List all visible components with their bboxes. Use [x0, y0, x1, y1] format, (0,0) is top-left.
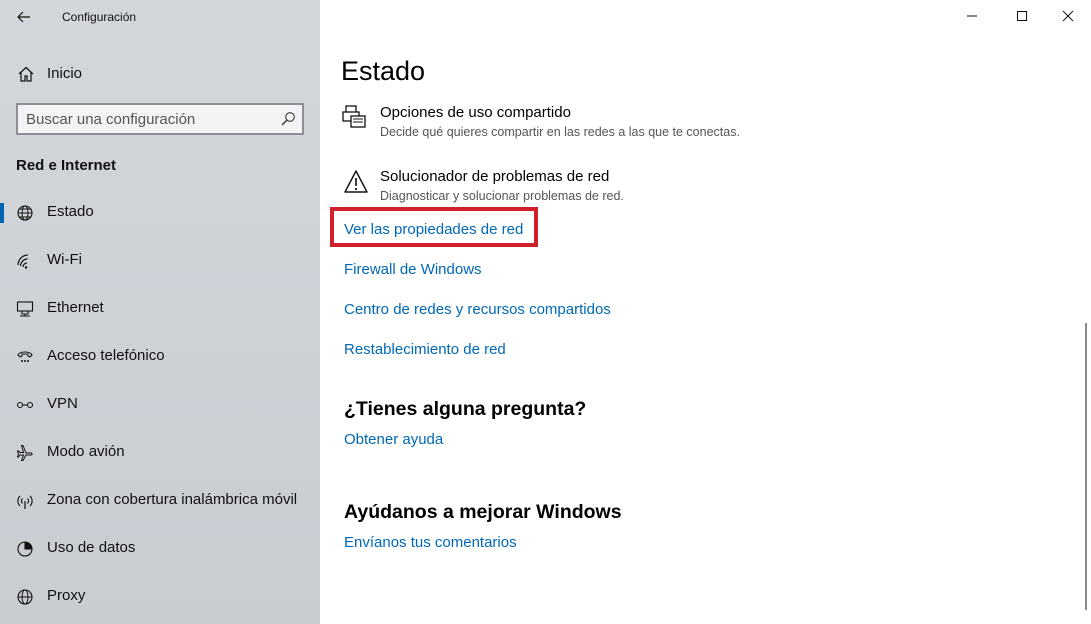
improve-heading: Ayúdanos a mejorar Windows — [344, 501, 622, 523]
sidebar-item-uso-datos[interactable]: Uso de datos — [0, 528, 320, 568]
sidebar-item-label: Uso de datos — [47, 539, 136, 556]
data-usage-icon — [17, 541, 33, 557]
scrollbar[interactable] — [1085, 323, 1087, 610]
question-heading: ¿Tienes alguna pregunta? — [344, 398, 587, 420]
sidebar-item-label: Zona con cobertura inalámbrica móvil — [47, 491, 298, 508]
hotspot-icon — [17, 495, 33, 509]
option-description: Decide qué quieres compartir en las rede… — [380, 125, 740, 139]
home-icon — [18, 66, 34, 82]
sidebar-item-acceso-telefonico[interactable]: Acceso telefónico — [0, 336, 320, 376]
option-title: Solucionador de problemas de red — [380, 168, 610, 185]
back-button[interactable] — [10, 5, 38, 29]
proxy-icon — [17, 589, 33, 605]
sidebar-item-wifi[interactable]: Wi-Fi — [0, 240, 320, 280]
ethernet-icon — [16, 301, 34, 317]
windows-firewall-link[interactable]: Firewall de Windows — [344, 261, 482, 278]
vpn-icon — [16, 401, 34, 409]
maximize-icon — [1017, 11, 1027, 21]
search-box[interactable] — [16, 103, 304, 135]
airplane-icon — [16, 445, 33, 461]
dialup-icon — [17, 351, 33, 362]
wifi-icon — [17, 254, 29, 269]
sidebar-item-label: Ethernet — [47, 299, 104, 316]
sidebar-item-zona-cobertura[interactable]: Zona con cobertura inalámbrica móvil — [0, 480, 320, 520]
sidebar-item-vpn[interactable]: VPN — [0, 384, 320, 424]
sidebar-item-label: VPN — [47, 395, 78, 412]
sidebar-item-proxy[interactable]: Proxy — [0, 576, 320, 616]
sidebar: Configuración Inicio Red e Internet Esta… — [0, 0, 320, 624]
title-bar: Configuración — [0, 0, 320, 34]
sharing-printer-icon — [342, 105, 366, 128]
get-help-link[interactable]: Obtener ayuda — [344, 431, 443, 448]
minimize-button[interactable] — [949, 0, 995, 32]
close-button[interactable] — [1045, 0, 1091, 32]
app-title: Configuración — [62, 10, 137, 24]
network-reset-link[interactable]: Restablecimiento de red — [344, 341, 506, 358]
sidebar-item-label: Modo avión — [47, 443, 125, 460]
globe-icon — [17, 205, 33, 221]
search-input[interactable] — [26, 109, 276, 129]
sidebar-item-modo-avion[interactable]: Modo avión — [0, 432, 320, 472]
maximize-button[interactable] — [999, 0, 1045, 32]
page-title: Estado — [341, 56, 426, 86]
main-panel: Estado Opciones de uso compartido Decide… — [320, 0, 1091, 624]
sidebar-item-estado[interactable]: Estado — [0, 192, 320, 232]
home-nav-item[interactable]: Inicio — [0, 56, 320, 90]
sidebar-item-label: Wi-Fi — [47, 251, 82, 268]
network-sharing-center-link[interactable]: Centro de redes y recursos compartidos — [344, 301, 611, 318]
search-icon[interactable] — [280, 111, 296, 127]
minimize-icon — [967, 15, 977, 17]
option-title: Opciones de uso compartido — [380, 104, 571, 121]
sidebar-item-label: Proxy — [47, 587, 86, 604]
option-description: Diagnosticar y solucionar problemas de r… — [380, 189, 624, 203]
send-feedback-link[interactable]: Envíanos tus comentarios — [344, 534, 517, 551]
sidebar-item-ethernet[interactable]: Ethernet — [0, 288, 320, 328]
home-label: Inicio — [47, 65, 83, 82]
selected-indicator — [0, 203, 4, 223]
section-title: Red e Internet — [16, 157, 117, 174]
close-icon — [1062, 10, 1074, 22]
view-network-properties-link[interactable]: Ver las propiedades de red — [344, 221, 523, 238]
warning-icon — [344, 170, 368, 193]
sidebar-item-label: Estado — [47, 203, 94, 220]
sidebar-item-label: Acceso telefónico — [47, 347, 165, 364]
sharing-options-item[interactable]: Opciones de uso compartido Decide qué qu… — [342, 104, 782, 154]
back-arrow-icon — [17, 11, 30, 23]
